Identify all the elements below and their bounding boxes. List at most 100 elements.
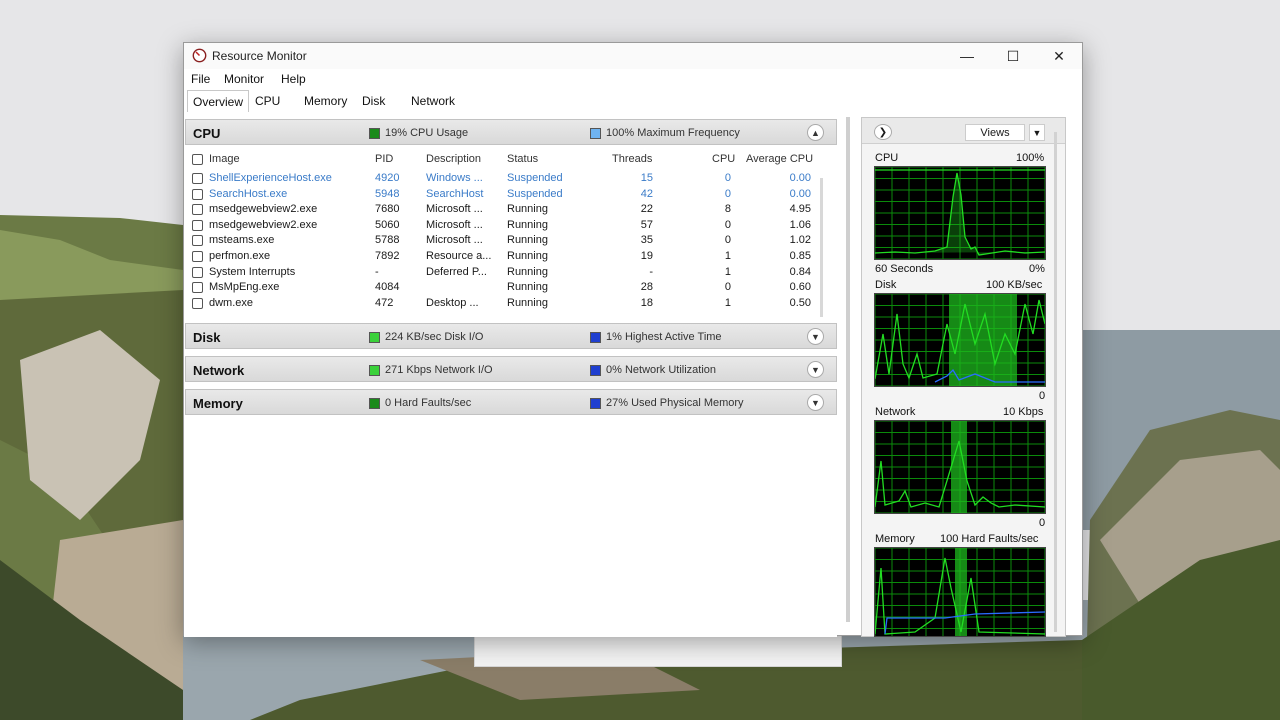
- menu-monitor[interactable]: Monitor: [224, 72, 264, 86]
- network-graph-title: Network: [875, 406, 916, 418]
- process-threads: 18: [640, 296, 653, 309]
- process-pid: 5060: [375, 218, 400, 231]
- column-status[interactable]: Status: [507, 153, 538, 165]
- disk-io-text: 224 KB/sec Disk I/O: [385, 331, 484, 343]
- process-status: Suspended: [507, 187, 563, 200]
- close-button[interactable]: ✕: [1036, 43, 1082, 69]
- views-button[interactable]: Views: [965, 124, 1025, 141]
- row-checkbox[interactable]: [192, 204, 203, 216]
- disk-io-swatch: [369, 331, 380, 343]
- row-checkbox[interactable]: [192, 219, 203, 231]
- disk-graph-min: 0: [1039, 390, 1046, 402]
- chevron-down-icon[interactable]: ▼: [807, 394, 824, 411]
- table-scrollbar[interactable]: [820, 178, 823, 317]
- row-checkbox[interactable]: [192, 173, 203, 184]
- row-checkbox[interactable]: [192, 188, 203, 200]
- chevron-down-icon[interactable]: ▼: [807, 328, 824, 345]
- column-cpu[interactable]: CPU: [712, 153, 735, 165]
- row-checkbox[interactable]: [192, 297, 203, 309]
- memory-section-header[interactable]: Memory 0 Hard Faults/sec 27% Used Physic…: [185, 389, 837, 415]
- graphs-scrollbar[interactable]: [1054, 132, 1057, 632]
- physical-memory-swatch: [590, 397, 601, 409]
- network-util-swatch: [590, 364, 601, 376]
- title-bar[interactable]: Resource Monitor — ☐ ✕: [184, 43, 1082, 69]
- cpu-section-title: CPU: [193, 126, 221, 141]
- column-description[interactable]: Description: [426, 153, 481, 165]
- column-image[interactable]: Image: [209, 153, 240, 165]
- process-average-cpu: 0.84: [789, 265, 811, 278]
- network-io-swatch: [369, 364, 380, 376]
- table-row[interactable]: SearchHost.exe 5948 SearchHost Suspended 42 0…: [185, 187, 825, 202]
- tab-network[interactable]: Network: [406, 90, 460, 112]
- chevron-up-icon[interactable]: ▲: [807, 124, 824, 141]
- process-threads: 22: [640, 203, 653, 216]
- table-row[interactable]: System Interrupts - Deferred P... Running - 1…: [185, 265, 825, 280]
- cpu-graph-max: 100%: [1016, 152, 1045, 164]
- disk-section-title: Disk: [193, 330, 221, 345]
- network-graph: [874, 420, 1046, 514]
- menu-help[interactable]: Help: [281, 72, 306, 86]
- tab-memory[interactable]: Memory: [299, 90, 352, 112]
- column-threads[interactable]: Threads: [612, 153, 652, 165]
- process-image: msedgewebview2.exe: [209, 203, 318, 216]
- table-row[interactable]: MsMpEng.exe 4084 Running 28 0 0.60: [185, 280, 825, 295]
- process-status: Running: [507, 250, 548, 262]
- disk-graph: [874, 293, 1046, 387]
- cpu-section-header[interactable]: CPU 19% CPU Usage 100% Maximum Frequency…: [185, 119, 837, 145]
- chevron-right-icon[interactable]: ❯: [874, 124, 892, 140]
- process-image: msedgewebview2.exe: [209, 218, 318, 231]
- process-pid: -: [375, 265, 379, 278]
- chevron-down-icon[interactable]: ▼: [807, 361, 824, 378]
- cpu-usage-text: 19% CPU Usage: [385, 127, 469, 139]
- cpu-graph-timespan: 60 Seconds: [875, 263, 934, 275]
- column-average-cpu[interactable]: Average CPU: [746, 153, 813, 165]
- pane-splitter[interactable]: [846, 117, 850, 622]
- table-row[interactable]: msteams.exe 5788 Microsoft ... Running 35 0 1.…: [185, 233, 825, 248]
- process-pid: 4084: [375, 281, 400, 294]
- process-cpu: 1: [724, 250, 731, 262]
- process-image: msteams.exe: [209, 234, 275, 247]
- column-pid[interactable]: PID: [375, 153, 393, 165]
- tab-cpu[interactable]: CPU: [250, 90, 285, 112]
- select-all-checkbox[interactable]: [192, 154, 203, 165]
- maximize-button[interactable]: ☐: [990, 43, 1036, 69]
- tab-overview[interactable]: Overview: [187, 90, 250, 112]
- process-pid: 7680: [375, 203, 400, 216]
- process-cpu: 0: [724, 281, 731, 294]
- table-row[interactable]: ShellExperienceHost.exe 4920 Windows ... Su…: [185, 171, 825, 186]
- network-io-text: 271 Kbps Network I/O: [385, 364, 493, 376]
- disk-section-header[interactable]: Disk 224 KB/sec Disk I/O 1% Highest Acti…: [185, 323, 837, 349]
- memory-activity-band: [955, 548, 967, 636]
- overview-pane: CPU 19% CPU Usage 100% Maximum Frequency…: [184, 117, 837, 637]
- physical-memory-stat: 27% Used Physical Memory: [590, 397, 744, 409]
- minimize-button[interactable]: —: [944, 43, 990, 69]
- row-checkbox[interactable]: [192, 266, 203, 278]
- cpu-graph-title: CPU: [875, 152, 899, 164]
- menu-file[interactable]: File: [191, 72, 210, 86]
- network-section-header[interactable]: Network 271 Kbps Network I/O 0% Network …: [185, 356, 837, 382]
- network-io-stat: 271 Kbps Network I/O: [369, 364, 493, 376]
- process-cpu: 0: [724, 172, 731, 184]
- process-cpu: 0: [724, 234, 731, 247]
- process-average-cpu: 0.85: [789, 250, 811, 262]
- row-checkbox[interactable]: [192, 251, 203, 262]
- process-cpu: 0: [724, 187, 731, 200]
- row-checkbox[interactable]: [192, 282, 203, 294]
- process-cpu: 8: [724, 203, 731, 216]
- table-row[interactable]: msedgewebview2.exe 7680 Microsoft ... Runni…: [185, 202, 825, 217]
- table-row[interactable]: dwm.exe 472 Desktop ... Running 18 1 0.50: [185, 296, 825, 311]
- process-status: Running: [507, 203, 548, 216]
- disk-active-swatch: [590, 331, 601, 343]
- process-image: System Interrupts: [209, 265, 296, 278]
- memory-graph-plot: [875, 548, 1045, 636]
- tab-disk[interactable]: Disk: [357, 90, 390, 112]
- process-description: Microsoft ...: [426, 234, 483, 247]
- row-checkbox[interactable]: [192, 235, 203, 247]
- views-dropdown-icon[interactable]: ▼: [1029, 124, 1045, 141]
- table-row[interactable]: perfmon.exe 7892 Resource a... Running 19 1 0.…: [185, 249, 825, 264]
- disk-active-stat: 1% Highest Active Time: [590, 331, 722, 343]
- disk-io-stat: 224 KB/sec Disk I/O: [369, 331, 483, 343]
- process-pid: 4920: [375, 172, 400, 184]
- process-threads: 42: [640, 187, 653, 200]
- table-row[interactable]: msedgewebview2.exe 5060 Microsoft ... Runni…: [185, 218, 825, 233]
